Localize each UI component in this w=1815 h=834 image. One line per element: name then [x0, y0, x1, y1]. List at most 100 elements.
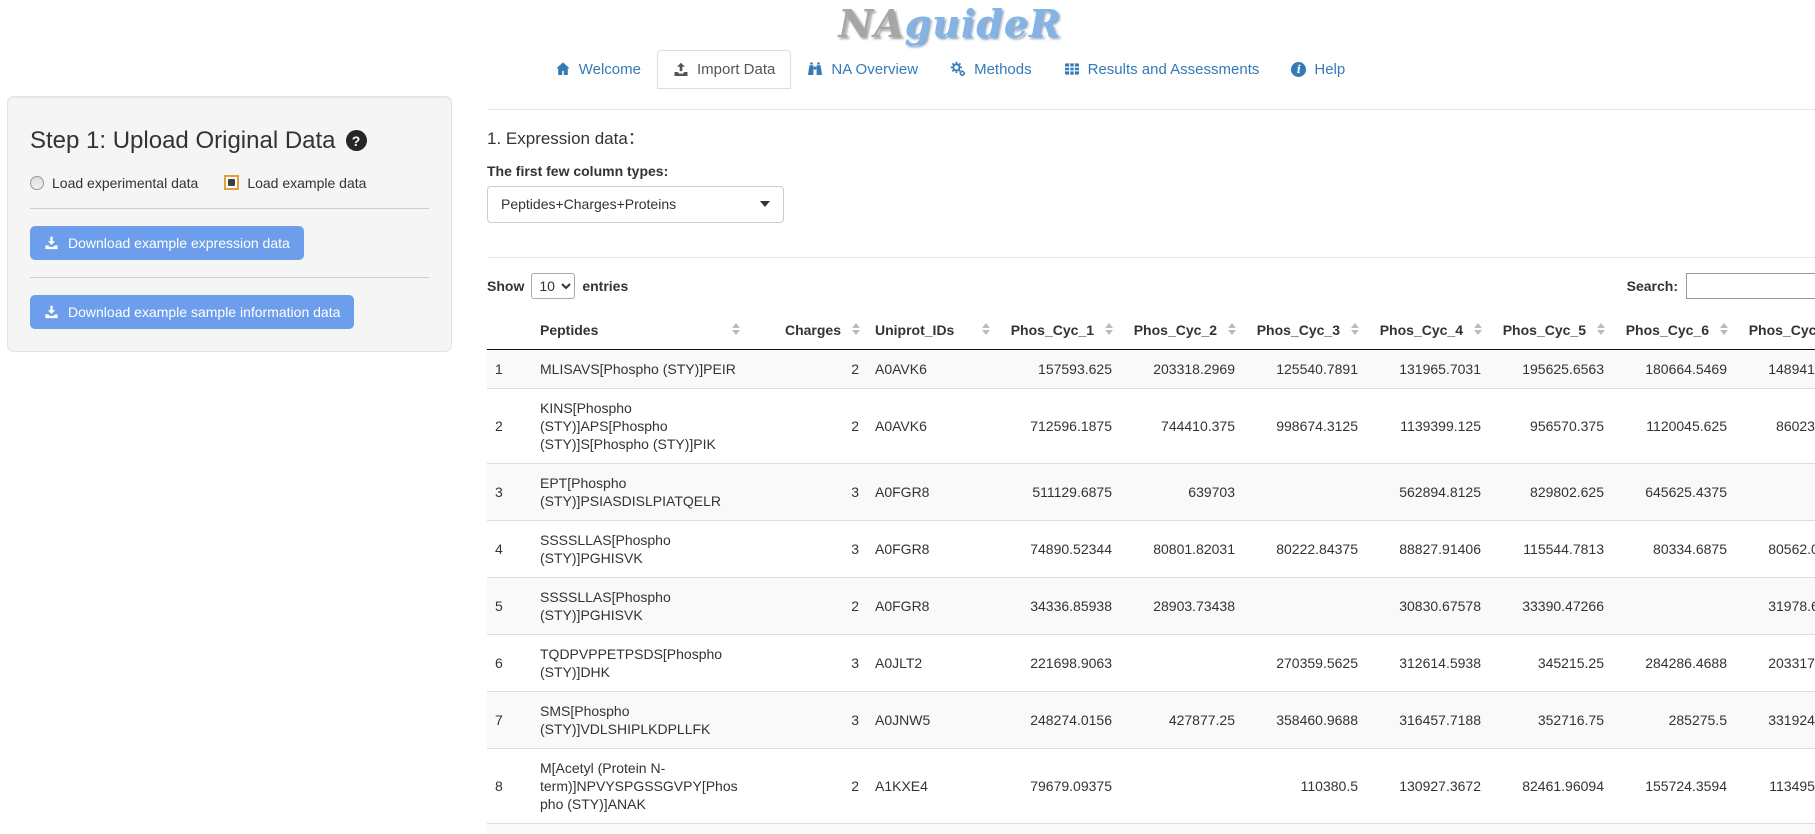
table-row: 8M[Acetyl (Protein N-term)]NPVYSPGSSGVPY… — [487, 748, 1815, 823]
value-cell: 148941.4688 — [1735, 349, 1815, 388]
tab-help[interactable]: i Help — [1275, 50, 1361, 89]
value-cell: 31978.69141 — [1735, 577, 1815, 634]
value-cell: 80801.82031 — [1120, 520, 1243, 577]
question-icon[interactable]: ? — [346, 130, 367, 151]
table-body: 1MLISAVS[Phospho (STY)]PEIR2A0AVK6157593… — [487, 349, 1815, 823]
table-row: 1MLISAVS[Phospho (STY)]PEIR2A0AVK6157593… — [487, 349, 1815, 388]
value-cell: 860231.875 — [1735, 388, 1815, 463]
divider — [30, 277, 429, 278]
sort-icon — [982, 323, 990, 335]
value-cell: 180664.5469 — [1612, 349, 1735, 388]
tab-import-data[interactable]: Import Data — [657, 50, 791, 89]
charge-cell: 2 — [747, 349, 867, 388]
value-cell — [1612, 577, 1735, 634]
peptide-cell: SSSSLLAS[Phospho (STY)]PGHISVK — [532, 577, 747, 634]
header-phos-cyc-7[interactable]: Phos_Cyc_7 — [1735, 311, 1815, 350]
value-cell: 155724.3594 — [1612, 748, 1735, 823]
panel-title-text: Step 1: Upload Original Data — [30, 127, 336, 155]
header-phos-cyc-1[interactable]: Phos_Cyc_1 — [997, 311, 1120, 350]
value-cell: 80334.6875 — [1612, 520, 1735, 577]
uniprot-cell: A0JLT2 — [867, 634, 997, 691]
panel-title: Step 1: Upload Original Data ? — [30, 127, 429, 155]
value-cell: 639703 — [1120, 463, 1243, 520]
tab-label: Methods — [974, 61, 1032, 78]
value-cell: 113495.2891 — [1735, 748, 1815, 823]
charge-cell: 2 — [747, 577, 867, 634]
value-cell: 270359.5625 — [1243, 634, 1366, 691]
header-phos-cyc-5[interactable]: Phos_Cyc_5 — [1489, 311, 1612, 350]
value-cell: 115544.7813 — [1489, 520, 1612, 577]
header-uniprot-ids[interactable]: Uniprot_IDs — [867, 311, 997, 350]
value-cell: 829802.625 — [1489, 463, 1612, 520]
table-row: 3EPT[Phospho (STY)]PSIASDISLPIATQELR3A0F… — [487, 463, 1815, 520]
value-cell: 195625.6563 — [1489, 349, 1612, 388]
sort-icon — [1474, 323, 1482, 335]
radio-load-example[interactable]: Load example data — [224, 175, 366, 191]
upload-panel: Step 1: Upload Original Data ? Load expe… — [7, 96, 452, 352]
charge-cell: 3 — [747, 520, 867, 577]
value-cell: 34336.85938 — [997, 577, 1120, 634]
value-cell — [1120, 748, 1243, 823]
sort-icon — [852, 323, 860, 335]
sort-icon — [1720, 323, 1728, 335]
download-sample-info-button[interactable]: Download example sample information data — [30, 295, 354, 329]
table-row: 4SSSSLLAS[Phospho (STY)]PGHISVK3A0FGR874… — [487, 520, 1815, 577]
column-types-select[interactable]: Peptides+Charges+Proteins — [487, 186, 784, 223]
header-row-index — [487, 311, 532, 350]
tab-methods[interactable]: Methods — [934, 50, 1048, 89]
header-phos-cyc-6[interactable]: Phos_Cyc_6 — [1612, 311, 1735, 350]
page-length-control: Show 10 entries — [487, 273, 628, 299]
value-cell: 1120045.625 — [1612, 388, 1735, 463]
value-cell: 744410.375 — [1120, 388, 1243, 463]
uniprot-cell: A0FGR8 — [867, 577, 997, 634]
tab-label: NA Overview — [831, 61, 918, 78]
charge-cell: 3 — [747, 634, 867, 691]
page-length-select[interactable]: 10 — [531, 273, 575, 299]
value-cell — [1243, 577, 1366, 634]
value-cell: 712596.1875 — [997, 388, 1120, 463]
value-cell: 110380.5 — [1243, 748, 1366, 823]
search-label: Search: — [1627, 278, 1678, 294]
app-logo-na: NA — [838, 1, 904, 46]
radio-load-experimental[interactable]: Load experimental data — [30, 175, 198, 191]
section-title: 1. Expression data： — [487, 124, 1815, 149]
tab-label: Help — [1314, 61, 1345, 78]
value-cell: 33390.47266 — [1489, 577, 1612, 634]
value-cell — [1120, 634, 1243, 691]
button-label: Download example expression data — [68, 235, 290, 251]
uniprot-cell: A0AVK6 — [867, 388, 997, 463]
peptide-cell: MLISAVS[Phospho (STY)]PEIR — [532, 349, 747, 388]
sort-icon — [1351, 323, 1359, 335]
peptide-cell: EPT[Phospho (STY)]PSIASDISLPIATQELR — [532, 463, 747, 520]
header-phos-cyc-4[interactable]: Phos_Cyc_4 — [1366, 311, 1489, 350]
tab-results-assessments[interactable]: Results and Assessments — [1048, 50, 1276, 89]
charge-cell: 3 — [747, 463, 867, 520]
tab-na-overview[interactable]: NA Overview — [791, 50, 934, 89]
row-index-cell: 8 — [487, 748, 532, 823]
download-expression-button[interactable]: Download example expression data — [30, 226, 304, 260]
value-cell: 284286.4688 — [1612, 634, 1735, 691]
header-peptides[interactable]: Peptides — [532, 311, 747, 350]
radio-checked-icon[interactable] — [224, 175, 239, 190]
search-input[interactable] — [1686, 273, 1815, 299]
uniprot-cell: A0AVK6 — [867, 349, 997, 388]
value-cell: 80562.07031 — [1735, 520, 1815, 577]
header-phos-cyc-2[interactable]: Phos_Cyc_2 — [1120, 311, 1243, 350]
tab-welcome[interactable]: Welcome — [539, 50, 657, 89]
header-charges[interactable]: Charges — [747, 311, 867, 350]
row-index-cell: 7 — [487, 691, 532, 748]
button-label: Download example sample information data — [68, 304, 340, 320]
value-cell: 130927.3672 — [1366, 748, 1489, 823]
value-cell: 80222.84375 — [1243, 520, 1366, 577]
row-index-cell: 1 — [487, 349, 532, 388]
value-cell: 88827.91406 — [1366, 520, 1489, 577]
uniprot-cell: A0FGR8 — [867, 520, 997, 577]
datatable-controls: Show 10 entries Search: — [487, 273, 1815, 299]
radio-unchecked-icon[interactable] — [30, 176, 44, 190]
row-index-cell: 2 — [487, 388, 532, 463]
header-phos-cyc-3[interactable]: Phos_Cyc_3 — [1243, 311, 1366, 350]
upload-icon — [673, 61, 689, 77]
tab-label: Results and Assessments — [1088, 61, 1260, 78]
value-cell: 316457.7188 — [1366, 691, 1489, 748]
uniprot-cell: A1KXE4 — [867, 748, 997, 823]
